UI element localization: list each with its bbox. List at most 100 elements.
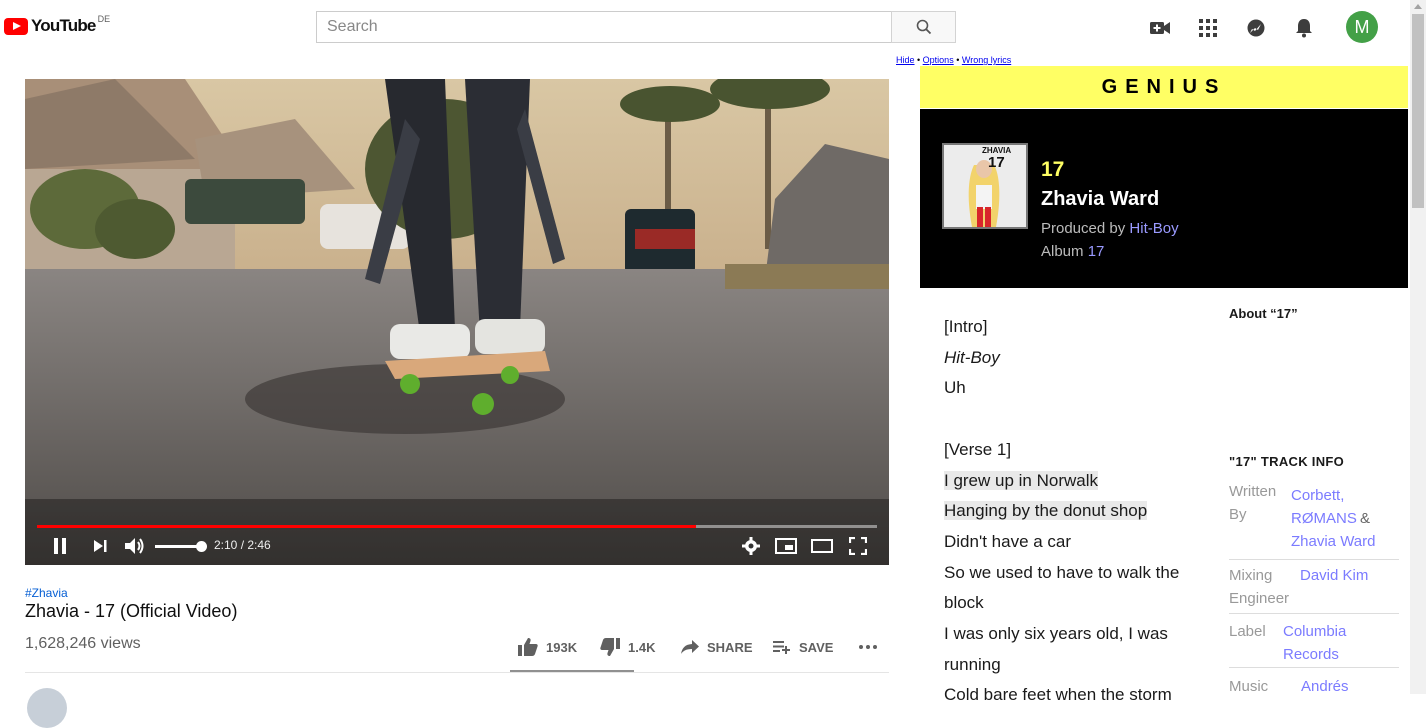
album-line: Album 17 — [1041, 243, 1104, 260]
like-count: 193K — [546, 639, 578, 655]
album-cover: ZHAVIA 17 — [942, 143, 1028, 229]
youtube-logo[interactable]: YouTube DE — [4, 14, 111, 36]
music-link[interactable]: Andrés — [1301, 675, 1349, 698]
produced-by-label: Produced by — [1041, 220, 1126, 237]
thumbs-up-icon — [518, 638, 538, 656]
skip-next-icon — [94, 540, 107, 552]
video-frame — [25, 79, 889, 565]
genius-logo[interactable]: GENIUS — [1102, 76, 1227, 99]
mixing-engineer-link[interactable]: David Kim — [1300, 564, 1368, 587]
info-divider — [25, 672, 889, 673]
logo-text: YouTube — [31, 16, 96, 35]
options-link[interactable]: Options — [923, 55, 954, 65]
fullscreen-icon — [849, 537, 867, 555]
dislike-button[interactable]: 1.4K — [600, 636, 655, 658]
avatar-initial: M — [1354, 16, 1370, 37]
track-info-music: Music Andrés — [1229, 675, 1399, 705]
search-icon — [916, 19, 931, 35]
writer-link[interactable]: Zhavia Ward — [1291, 530, 1375, 553]
volume-knob[interactable] — [196, 541, 207, 552]
video-player[interactable]: 2:10 / 2:46 — [25, 79, 889, 565]
more-actions-button[interactable] — [858, 636, 886, 658]
miniplayer-icon — [775, 538, 797, 554]
producer-link[interactable]: Hit-Boy — [1129, 220, 1178, 237]
wrong-lyrics-link[interactable]: Wrong lyrics — [962, 55, 1011, 65]
region-code: DE — [97, 14, 111, 24]
hide-link[interactable]: Hide — [896, 55, 915, 65]
lyric-line: Uh — [944, 378, 966, 398]
thumbs-down-icon — [600, 638, 620, 656]
genius-links: Hide • Options • Wrong lyrics — [896, 55, 1012, 65]
lyrics-body: [Intro] Hit-Boy Uh [Verse 1] I grew up i… — [944, 312, 1200, 711]
about-heading: About “17” — [1229, 306, 1298, 321]
scroll-up-arrow-icon[interactable] — [1414, 4, 1422, 9]
lyric-line: [Intro] — [944, 317, 988, 336]
lyric-line-annotated[interactable]: I grew up in Norwalk — [944, 466, 1200, 497]
pause-button[interactable] — [49, 534, 71, 558]
lyric-line: Cold bare feet when the storm — [944, 685, 1172, 705]
song-header: ZHAVIA 17 17 Zhavia Ward Produced by Hit… — [920, 109, 1408, 288]
notifications-bell-icon[interactable] — [1292, 16, 1316, 40]
dislike-count: 1.4K — [628, 639, 656, 655]
share-button[interactable]: SHARE — [681, 636, 753, 658]
share-label: SHARE — [707, 639, 753, 655]
search-button[interactable] — [891, 11, 956, 43]
writer-link[interactable]: Corbett, — [1291, 484, 1344, 507]
mute-button[interactable] — [123, 534, 147, 558]
channel-avatar[interactable] — [27, 688, 67, 728]
add-to-playlist-icon — [773, 641, 790, 654]
song-title: 17 — [1041, 158, 1065, 181]
lyric-line: So we used to have to walk the — [944, 562, 1180, 582]
search-input[interactable] — [317, 12, 892, 42]
share-arrow-icon — [681, 640, 699, 654]
label-link[interactable]: Records — [1283, 643, 1339, 666]
page-scrollbar[interactable] — [1410, 0, 1426, 694]
writer-separator: & — [1360, 510, 1371, 527]
fullscreen-button[interactable] — [846, 534, 870, 558]
music-label: Music — [1229, 678, 1269, 695]
genius-header: GENIUS — [920, 66, 1408, 108]
search-box — [316, 11, 892, 43]
cover-title-text: 17 — [988, 154, 1005, 171]
lyric-line-annotated[interactable]: Hanging by the donut shop — [944, 496, 1200, 527]
save-label: SAVE — [799, 639, 834, 655]
writer-link[interactable]: RØMANS — [1291, 507, 1357, 530]
miniplayer-button[interactable] — [774, 534, 798, 558]
volume-icon — [125, 538, 144, 554]
next-button[interactable] — [89, 534, 111, 558]
messages-icon[interactable] — [1244, 16, 1268, 40]
label-label: Label — [1229, 623, 1266, 640]
pause-icon — [54, 538, 66, 554]
user-avatar[interactable]: M — [1346, 11, 1378, 43]
mixing-engineer-label: Mixing Engineer — [1229, 567, 1290, 607]
track-info-label: Label Columbia Records — [1229, 620, 1399, 668]
label-link[interactable]: Columbia — [1283, 620, 1346, 643]
apps-grid-icon[interactable] — [1196, 16, 1220, 40]
written-by-label: Written By — [1229, 483, 1277, 523]
video-hashtag[interactable]: #Zhavia — [25, 586, 68, 600]
lyric-line: Hit-Boy — [944, 347, 1000, 367]
lyric-line: I was only six years old, I was — [944, 624, 1168, 644]
track-info-heading: "17" TRACK INFO — [1229, 454, 1345, 469]
track-info-written-by: Written By Corbett, RØMANS & Zhavia Ward — [1229, 480, 1399, 560]
youtube-play-icon — [4, 17, 28, 35]
youtube-header: YouTube DE M — [0, 0, 1410, 56]
produced-by-line: Produced by Hit-Boy — [1041, 220, 1179, 237]
album-link[interactable]: 17 — [1088, 243, 1105, 260]
artist-name[interactable]: Zhavia Ward — [1041, 188, 1159, 211]
theater-mode-button[interactable] — [810, 534, 834, 558]
theater-mode-icon — [811, 539, 833, 553]
gear-icon — [742, 537, 760, 555]
save-button[interactable]: SAVE — [773, 636, 833, 658]
lyric-line — [944, 404, 1200, 435]
settings-button[interactable] — [739, 534, 763, 558]
lyric-line: Didn't have a car — [944, 531, 1072, 551]
scroll-thumb[interactable] — [1412, 14, 1424, 208]
progress-bar[interactable] — [37, 525, 877, 528]
album-label: Album — [1041, 243, 1084, 260]
video-title: Zhavia - 17 (Official Video) — [25, 601, 238, 621]
like-button[interactable]: 193K — [518, 636, 577, 658]
volume-slider[interactable] — [155, 545, 201, 548]
create-video-icon[interactable] — [1148, 16, 1172, 40]
lyric-line: running — [944, 654, 1001, 674]
